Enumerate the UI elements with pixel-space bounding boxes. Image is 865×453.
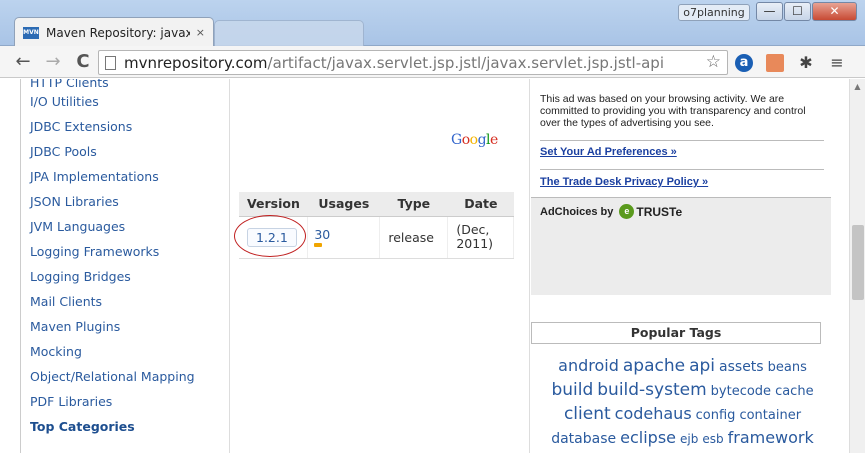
sidebar-category-link[interactable]: JVM Languages <box>30 214 230 239</box>
adchoices-label: AdChoices by e TRUSTe <box>540 204 682 219</box>
truste-text: TRUSTe <box>636 204 683 219</box>
url-path: /artifact/javax.servlet.jsp.jstl/javax.s… <box>267 53 664 72</box>
sidebar-category-link[interactable]: Logging Frameworks <box>30 239 230 264</box>
highlight-circle <box>234 215 306 257</box>
tag-cloud: android apache api assets beans build build-sy… <box>540 355 825 450</box>
sidebar-category-link[interactable]: JPA Implementations <box>30 164 230 189</box>
column-header: Version <box>239 192 308 217</box>
divider <box>540 140 824 141</box>
calendar-extension-icon[interactable] <box>766 54 784 72</box>
column-header: Type <box>379 192 448 217</box>
sidebar-category-link[interactable]: Top Categories <box>30 414 230 439</box>
browser-toolbar: ← → C mvnrepository.com/artifact/javax.s… <box>0 46 865 78</box>
sidebar-category-link[interactable]: JDBC Pools <box>30 139 230 164</box>
tag-link[interactable]: bytecode <box>711 381 771 403</box>
usages-cell: 30 <box>307 216 381 259</box>
google-letter: o <box>461 132 470 148</box>
tag-link[interactable]: api <box>689 355 715 377</box>
tag-link[interactable]: apache <box>623 355 685 377</box>
tag-link[interactable]: build <box>551 379 593 401</box>
tag-link[interactable]: build-system <box>597 379 706 401</box>
minimize-button[interactable]: — <box>756 2 783 21</box>
forward-button[interactable]: → <box>42 52 64 74</box>
page-icon <box>105 55 116 70</box>
divider <box>540 169 824 170</box>
page-scrollbar[interactable]: ▲ <box>849 79 865 453</box>
tag-link[interactable]: cache <box>775 381 814 403</box>
date-line: (Dec, <box>456 222 490 237</box>
adchoices-box: AdChoices by e TRUSTe <box>531 197 831 295</box>
left-border <box>20 79 21 453</box>
adchoices-text: AdChoices by <box>540 205 614 218</box>
address-bar[interactable]: mvnrepository.com/artifact/javax.servlet… <box>98 50 728 75</box>
google-letter: e <box>490 132 498 148</box>
truste-logo[interactable]: e TRUSTe <box>619 204 682 219</box>
profile-button[interactable]: o7planning <box>678 4 750 21</box>
back-button[interactable]: ← <box>12 52 34 74</box>
tag-link[interactable]: esb <box>702 428 723 450</box>
date-cell: (Dec, 2011) <box>447 216 515 259</box>
tag-link[interactable]: database <box>551 428 616 450</box>
bug-extension-icon[interactable]: ✱ <box>797 54 815 72</box>
tag-link[interactable]: client <box>564 403 611 425</box>
truste-mark-icon: e <box>619 204 635 219</box>
tag-link[interactable]: container <box>739 405 801 427</box>
sidebar-category-link[interactable]: Mocking <box>30 339 230 364</box>
ad-preferences-link[interactable]: Set Your Ad Preferences » <box>540 146 677 158</box>
sidebar-category-link[interactable]: Mail Clients <box>30 289 230 314</box>
tag-link[interactable]: config <box>696 405 736 427</box>
tag-link[interactable]: eclipse <box>620 427 676 449</box>
usages-link[interactable]: 30 <box>314 227 330 242</box>
ad-info-box: This ad was based on your browsing activ… <box>531 79 831 295</box>
tag-link[interactable]: ejb <box>680 428 698 450</box>
table-header-row: Version Usages Type Date <box>239 192 514 217</box>
sidebar-category-link[interactable]: JDBC Extensions <box>30 114 230 139</box>
tag-link[interactable]: codehaus <box>615 403 692 425</box>
window-titlebar: MVN Maven Repository: javax.s × o7planni… <box>0 0 865 47</box>
page-content: HTTP Clients I/O Utilities JDBC Extensions… <box>0 79 849 453</box>
close-tab-icon[interactable]: × <box>196 26 205 39</box>
active-tab[interactable]: MVN Maven Repository: javax.s × <box>14 17 214 47</box>
sidebar-category-link[interactable]: PDF Libraries <box>30 389 230 414</box>
date-line: 2011) <box>456 236 494 251</box>
tag-link[interactable]: android <box>558 355 619 377</box>
tag-link[interactable]: assets <box>719 356 764 378</box>
scroll-up-arrow-icon[interactable]: ▲ <box>850 79 865 94</box>
sidebar-category-link[interactable]: Logging Bridges <box>30 264 230 289</box>
google-letter: o <box>469 132 478 148</box>
ad-info-text: This ad was based on your browsing activ… <box>540 93 806 129</box>
sidebar-category-link[interactable]: I/O Utilities <box>30 89 230 114</box>
sidebar-category-link[interactable]: JSON Libraries <box>30 189 230 214</box>
sidebar-category-link[interactable]: HTTP Clients <box>30 79 230 89</box>
sidebar-category-link[interactable]: Object/Relational Mapping <box>30 364 230 389</box>
url-host: mvnrepository.com <box>124 53 268 72</box>
privacy-policy-link[interactable]: The Trade Desk Privacy Policy » <box>540 176 708 188</box>
column-header: Date <box>447 192 514 217</box>
maven-favicon-icon: MVN <box>23 26 39 39</box>
sidebar-divider <box>229 79 230 453</box>
google-letter: g <box>477 132 487 148</box>
google-logo: Google <box>451 132 498 148</box>
tag-link[interactable]: framework <box>728 427 814 449</box>
type-cell: release <box>379 216 449 259</box>
menu-icon[interactable]: ≡ <box>828 54 846 72</box>
right-column: This ad was based on your browsing activ… <box>529 79 831 453</box>
reload-button[interactable]: C <box>72 52 94 74</box>
category-sidebar: HTTP Clients I/O Utilities JDBC Extensions… <box>30 79 230 439</box>
maximize-button[interactable]: ☐ <box>784 2 811 21</box>
scroll-thumb[interactable] <box>852 225 864 300</box>
bookmark-star-icon[interactable]: ☆ <box>706 52 721 72</box>
extension-a-icon[interactable]: a <box>735 54 753 72</box>
tag-link[interactable]: beans <box>768 357 807 379</box>
close-window-button[interactable]: ✕ <box>812 2 857 21</box>
usage-bar <box>314 243 323 247</box>
popular-tags-heading: Popular Tags <box>531 322 821 344</box>
inactive-tab[interactable] <box>214 20 364 46</box>
column-header: Usages <box>307 192 380 217</box>
tab-title: Maven Repository: javax.s <box>46 25 190 40</box>
sidebar-category-link[interactable]: Maven Plugins <box>30 314 230 339</box>
google-letter: G <box>451 132 462 148</box>
